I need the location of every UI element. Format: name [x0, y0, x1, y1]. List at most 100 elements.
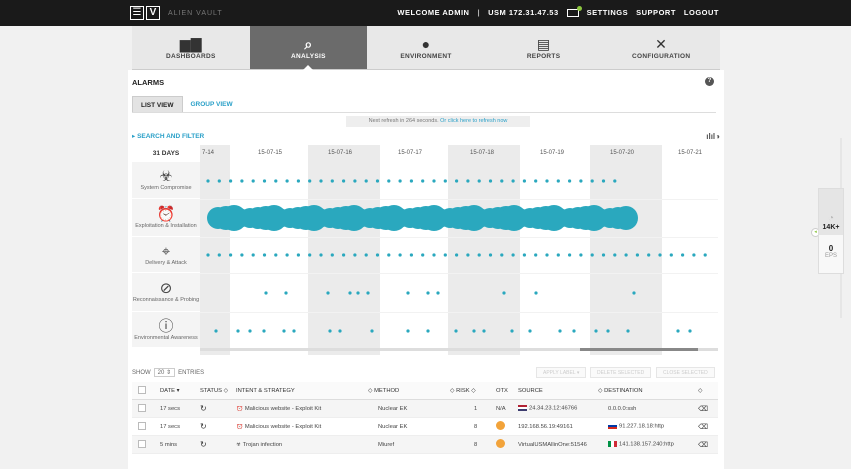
alarm-dot[interactable] [545, 253, 549, 257]
alarm-dot[interactable] [692, 253, 696, 257]
alarm-dot[interactable] [601, 179, 606, 183]
alarm-dot[interactable] [364, 179, 368, 183]
alarm-dot[interactable] [676, 329, 680, 333]
apply-label-button[interactable]: APPLY LABEL ▾ [536, 367, 587, 378]
tab-group-view[interactable]: GROUP VIEW [183, 96, 241, 112]
alarm-dot[interactable] [262, 253, 267, 257]
row-destination[interactable]: 141.138.157.240:http [598, 441, 698, 448]
select-all-checkbox[interactable] [138, 385, 146, 394]
col-risk[interactable]: ◇ RISK ◇ [450, 388, 496, 394]
alarm-dot[interactable] [240, 179, 244, 183]
alarm-dot[interactable] [436, 291, 440, 295]
alarm-dot[interactable] [703, 253, 707, 257]
alarm-dot[interactable] [284, 291, 288, 295]
row-source[interactable]: 192.168.56.19:49161 [518, 424, 598, 430]
alarm-dot[interactable] [590, 253, 594, 257]
alarm-dot[interactable] [262, 179, 267, 183]
col-intent[interactable]: INTENT & STRATEGY [236, 388, 368, 394]
alarm-dot[interactable] [432, 179, 436, 183]
alarm-dot[interactable] [398, 179, 402, 183]
alarm-dot[interactable] [511, 179, 515, 183]
row-destination[interactable]: 0.0.0.0:ssh [598, 406, 698, 412]
alarm-dot[interactable] [326, 291, 330, 295]
alarm-dot[interactable] [319, 179, 323, 183]
alarm-dot[interactable] [568, 253, 572, 257]
alarm-dot[interactable] [455, 179, 459, 183]
timeline-dots[interactable] [132, 145, 718, 355]
alarm-dot[interactable] [251, 253, 255, 257]
search-and-filter-toggle[interactable]: ▸ SEARCH AND FILTER [132, 132, 204, 140]
row-intent[interactable]: ☣ Trojan infection [236, 442, 368, 448]
alarm-dot[interactable] [217, 253, 221, 257]
alarm-dot[interactable] [330, 179, 334, 183]
alarm-dot[interactable] [387, 253, 391, 257]
alarm-dot[interactable] [579, 253, 583, 257]
alarm-dot[interactable] [282, 329, 286, 333]
row-source[interactable]: 24.34.23.12:46766 [518, 405, 598, 412]
alarm-dot[interactable] [558, 329, 562, 333]
alarm-dot[interactable] [426, 329, 430, 333]
tab-list-view[interactable]: LIST VIEW [132, 96, 183, 112]
alarm-dot[interactable] [387, 179, 391, 183]
alarm-dot[interactable] [319, 253, 323, 257]
alarm-dot[interactable] [214, 329, 218, 333]
col-source[interactable]: SOURCE [518, 388, 598, 394]
alarm-dot[interactable] [443, 179, 447, 183]
alarm-dot[interactable] [594, 329, 598, 333]
alarm-dot[interactable] [488, 253, 493, 257]
logout-link[interactable]: LOGOUT [684, 8, 719, 17]
alarm-dot[interactable] [502, 291, 506, 295]
tab-environment[interactable]: ● ENVIRONMENT [367, 26, 485, 69]
col-destination[interactable]: ◇ DESTINATION [598, 388, 698, 394]
alarm-dot[interactable] [328, 329, 332, 333]
alarm-dot[interactable] [426, 291, 430, 295]
alarm-dot[interactable] [398, 253, 402, 257]
tab-dashboards[interactable]: ▆▇ DASHBOARDS [132, 26, 250, 69]
alarm-dot[interactable] [454, 329, 458, 333]
alarm-dot[interactable] [229, 179, 233, 183]
alarm-dot[interactable] [264, 291, 268, 295]
table-row[interactable]: 17 secs ↻ ⏰ Malicious website - Exploit … [132, 418, 718, 436]
row-checkbox[interactable] [138, 403, 146, 412]
delete-row-icon[interactable]: ⌫ [698, 405, 718, 413]
alarm-dot[interactable] [375, 253, 380, 257]
row-checkbox[interactable] [138, 439, 146, 448]
alarm-dot[interactable] [522, 179, 526, 183]
alarm-dot[interactable] [556, 179, 560, 183]
alarm-dot[interactable] [443, 253, 447, 257]
alarm-dot[interactable] [624, 253, 628, 257]
alarm-dot[interactable] [308, 253, 312, 257]
alarm-dot[interactable] [406, 329, 410, 333]
alarm-dot[interactable] [342, 253, 346, 257]
alarm-dot[interactable] [590, 179, 594, 183]
alarm-dot[interactable] [285, 253, 289, 257]
alarm-dot[interactable] [274, 253, 278, 257]
alarm-dot[interactable] [217, 179, 221, 183]
alarm-dot[interactable] [647, 253, 651, 257]
table-row[interactable]: 5 mins ↻ ☣ Trojan infection Miuref 8 Vir… [132, 436, 718, 454]
alarm-dot[interactable] [338, 329, 342, 333]
tab-analysis[interactable]: ⌕ ANALYSIS [249, 26, 368, 70]
col-status[interactable]: STATUS ◇ [200, 388, 236, 394]
help-icon[interactable]: ? [705, 77, 714, 86]
delete-selected-button[interactable]: DELETE SELECTED [590, 367, 652, 378]
alarm-dot[interactable] [477, 253, 481, 257]
alarm-dot[interactable] [342, 179, 346, 183]
delete-row-icon[interactable]: ⌫ [698, 423, 718, 431]
alarm-dot[interactable] [488, 179, 493, 183]
alarm-dot[interactable] [370, 329, 374, 333]
alarm-dot[interactable] [240, 253, 244, 257]
alarm-dot[interactable] [406, 291, 410, 295]
alarm-dot[interactable] [229, 253, 233, 257]
alarm-dot[interactable] [534, 253, 538, 257]
alarm-dot[interactable] [681, 253, 685, 257]
row-checkbox[interactable] [138, 421, 146, 430]
alarm-dot[interactable] [545, 179, 549, 183]
alarm-dot[interactable] [455, 253, 459, 257]
alarm-dot[interactable] [613, 179, 617, 183]
alarm-dot[interactable] [375, 179, 380, 183]
alarm-dot[interactable] [274, 179, 278, 183]
col-date[interactable]: DATE ▾ [152, 388, 200, 394]
alarm-dot[interactable] [296, 253, 300, 257]
row-intent[interactable]: ⏰ Malicious website - Exploit Kit [236, 406, 368, 412]
